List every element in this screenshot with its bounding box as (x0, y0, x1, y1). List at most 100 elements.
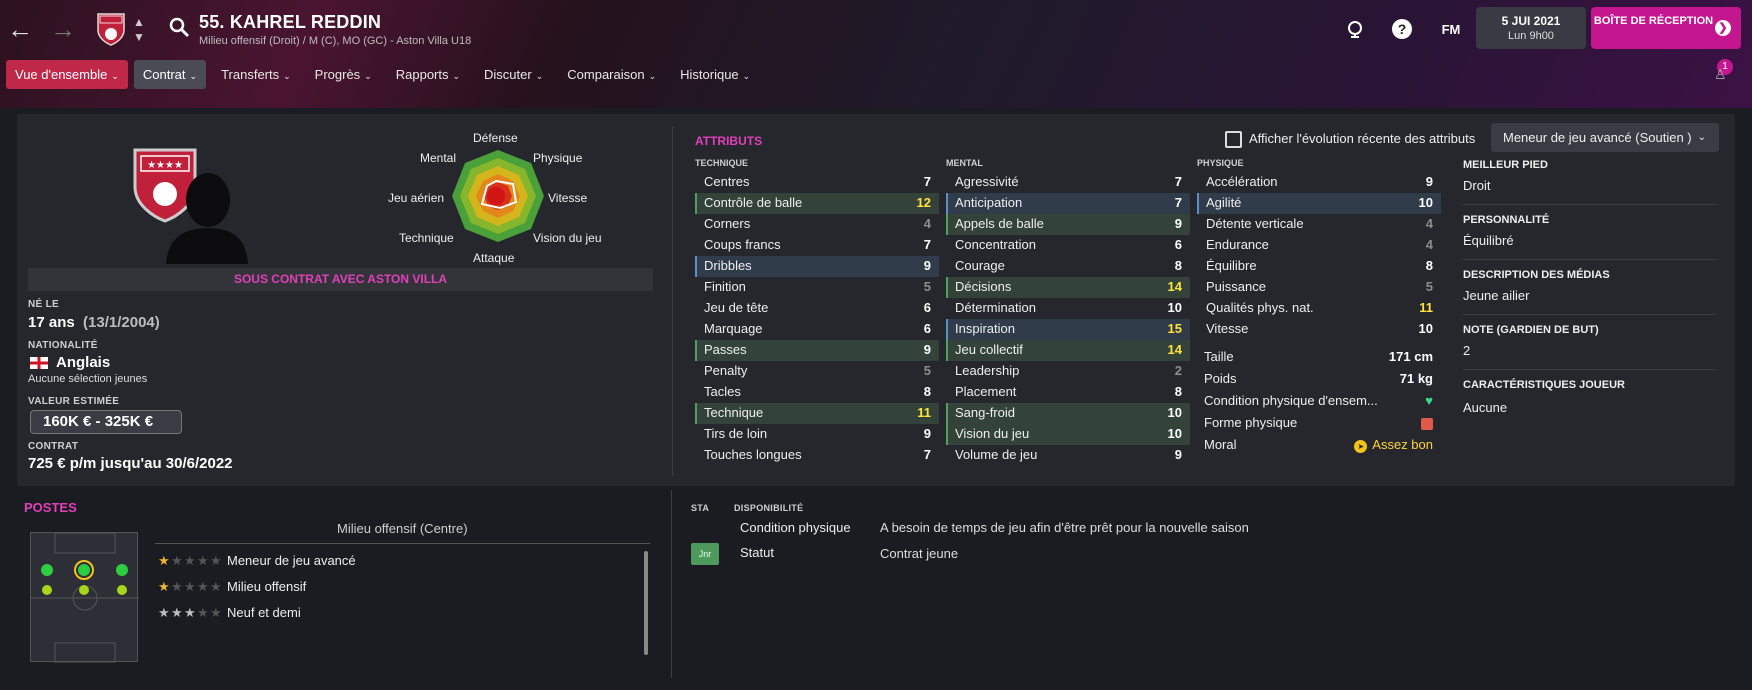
sta-label: STA (691, 503, 710, 513)
radar-label-mental: Mental (420, 151, 457, 165)
mental-attr-row[interactable]: Sang-froid 10 (946, 403, 1190, 424)
junior-tag: Jnr (691, 543, 719, 565)
mental-attr-row[interactable]: Placement 8 (946, 382, 1190, 403)
radar-label-technique: Technique (399, 231, 454, 245)
current-time: Lun 9h00 (1508, 30, 1554, 42)
scrollbar[interactable] (644, 551, 648, 655)
evolution-checkbox[interactable] (1225, 131, 1242, 148)
technique-attr-row[interactable]: Penalty 5 (695, 361, 939, 382)
attr-value: 4 (1425, 216, 1433, 231)
mental-attr-row[interactable]: Décisions 14 (946, 277, 1190, 298)
technique-attr-row[interactable]: Marquage 6 (695, 319, 939, 340)
mental-attr-row[interactable]: Détermination 10 (946, 298, 1190, 319)
divider (1463, 369, 1716, 370)
fm-menu-button[interactable]: FM (1437, 16, 1465, 42)
mental-attr-row[interactable]: Agressivité 7 (946, 172, 1190, 193)
tab-overview[interactable]: Vue d'ensemble ⌄ (6, 60, 128, 89)
tab-progress[interactable]: Progrès ⌄ (306, 60, 381, 89)
attr-name: Détente verticale (1206, 216, 1304, 231)
physique-attr-row[interactable]: Puissance 5 (1197, 277, 1441, 298)
technique-attr-row[interactable]: Tirs de loin 9 (695, 424, 939, 445)
value-box[interactable]: 160K € - 325K € (30, 410, 182, 434)
personality-value: Équilibré (1463, 233, 1514, 248)
tab-discuss[interactable]: Discuter ⌄ (475, 60, 552, 89)
physique-attr-row[interactable]: Agilité 10 (1197, 193, 1441, 214)
attr-value: 4 (923, 216, 931, 231)
attr-value: 6 (923, 321, 931, 336)
tab-history[interactable]: Historique ⌄ (671, 60, 759, 89)
tab-reports[interactable]: Rapports ⌄ (387, 60, 469, 89)
technique-attr-row[interactable]: Coups francs 7 (695, 235, 939, 256)
divider (672, 126, 673, 476)
attr-value: 7 (1174, 195, 1182, 210)
personality-label: PERSONNALITÉ (1463, 214, 1550, 226)
evolution-checkbox-label[interactable]: Afficher l'évolution récente des attribu… (1249, 131, 1475, 146)
technique-attr-row[interactable]: Tacles 8 (695, 382, 939, 403)
search-icon[interactable] (167, 15, 191, 39)
mental-attr-row[interactable]: Volume de jeu 9 (946, 445, 1190, 466)
attr-value: 9 (1174, 216, 1182, 231)
tab-comparison[interactable]: Comparaison ⌄ (558, 60, 665, 89)
mental-attr-row[interactable]: Vision du jeu 10 (946, 424, 1190, 445)
mental-attr-row[interactable]: Appels de balle 9 (946, 214, 1190, 235)
mental-attr-row[interactable]: Inspiration 15 (946, 319, 1190, 340)
positions-title: POSTES (24, 500, 77, 515)
player-name: 55. KAHREL REDDIN (199, 12, 382, 32)
attr-value: 9 (1174, 447, 1182, 462)
attr-value: 10 (1418, 321, 1433, 336)
technique-attr-row[interactable]: Jeu de tête 6 (695, 298, 939, 319)
attr-value: 14 (1167, 342, 1182, 357)
attr-value: 12 (916, 195, 931, 210)
mental-attr-row[interactable]: Leadership 2 (946, 361, 1190, 382)
value-label: VALEUR ESTIMÉE (28, 396, 120, 407)
mental-attr-row[interactable]: Anticipation 7 (946, 193, 1190, 214)
tab-transfers[interactable]: Transferts ⌄ (212, 60, 300, 89)
technique-attr-row[interactable]: Passes 9 (695, 340, 939, 361)
attr-name: Décisions (955, 279, 1012, 294)
club-crest-icon[interactable] (96, 12, 126, 46)
radar-label-vitesse: Vitesse (548, 191, 588, 205)
social-icon[interactable]: ♙ (1714, 66, 1734, 84)
technique-attr-row[interactable]: Dribbles 9 (695, 256, 939, 277)
physique-attr-row[interactable]: Accélération 9 (1197, 172, 1441, 193)
world-icon[interactable] (1342, 16, 1368, 42)
attr-value: 6 (1174, 237, 1182, 252)
technique-attr-row[interactable]: Touches longues 7 (695, 445, 939, 466)
attr-name: Accélération (1206, 174, 1278, 189)
mental-attr-row[interactable]: Concentration 6 (946, 235, 1190, 256)
attr-value: 9 (1425, 174, 1433, 189)
technique-attr-row[interactable]: Contrôle de balle 12 (695, 193, 939, 214)
inbox-button[interactable]: BOÎTE DE RÉCEPTION ❯ (1591, 7, 1741, 49)
divider (1463, 204, 1716, 205)
mental-attr-row[interactable]: Jeu collectif 14 (946, 340, 1190, 361)
role-row[interactable]: ★★★★★ Milieu offensif (158, 577, 306, 597)
technique-attr-row[interactable]: Technique 11 (695, 403, 939, 424)
help-icon[interactable]: ? (1389, 16, 1415, 42)
role-row[interactable]: ★★★★★ Neuf et demi (158, 603, 301, 623)
mental-header: MENTAL (946, 158, 983, 168)
role-row[interactable]: ★★★★★ Meneur de jeu avancé (158, 551, 356, 571)
forward-button[interactable]: → (47, 13, 79, 45)
mental-attr-row[interactable]: Courage 8 (946, 256, 1190, 277)
star-icon: ★ (158, 579, 170, 594)
star-icon: ★ (197, 605, 209, 620)
physique-attr-row[interactable]: Équilibre 8 (1197, 256, 1441, 277)
technique-attr-row[interactable]: Finition 5 (695, 277, 939, 298)
chevron-up-icon[interactable]: ▲ (133, 15, 145, 29)
mental-column: MENTAL Agressivité 7 Anticipation 7 Appels d… (946, 158, 1190, 466)
chevron-down-icon[interactable]: ▼ (133, 30, 145, 44)
role-select[interactable]: Meneur de jeu avancé (Soutien ) ⌄ (1491, 123, 1719, 152)
form-row: Forme physique (1197, 412, 1441, 434)
physique-attr-row[interactable]: Détente verticale 4 (1197, 214, 1441, 235)
tab-contract[interactable]: Contrat ⌄ (133, 60, 207, 89)
attr-name: Qualités phys. nat. (1206, 300, 1314, 315)
back-button[interactable]: ← (4, 13, 36, 45)
physique-attr-row[interactable]: Vitesse 10 (1197, 319, 1441, 340)
technique-attr-row[interactable]: Corners 4 (695, 214, 939, 235)
physique-attr-row[interactable]: Endurance 4 (1197, 235, 1441, 256)
date-continue-box[interactable]: 5 JUI 2021 Lun 9h00 (1476, 7, 1586, 49)
traits-value: Aucune (1463, 400, 1508, 415)
physique-attr-row[interactable]: Qualités phys. nat. 11 (1197, 298, 1441, 319)
technique-attr-row[interactable]: Centres 7 (695, 172, 939, 193)
attr-name: Contrôle de balle (704, 195, 803, 210)
